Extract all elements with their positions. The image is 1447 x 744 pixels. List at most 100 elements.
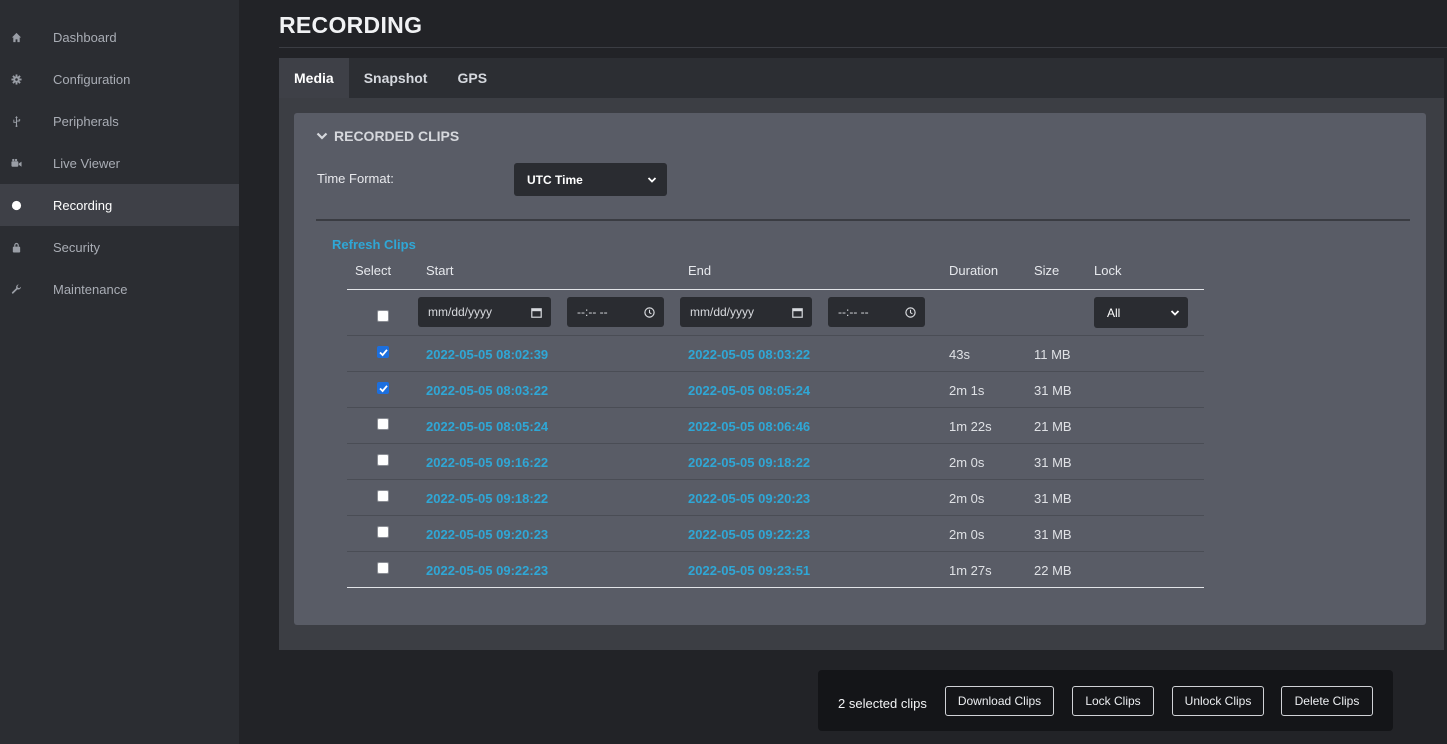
clip-size: 21 MB [1034,419,1072,434]
table-row: 2022-05-05 09:20:23 2022-05-05 09:22:23 … [347,516,1204,552]
delete-clips-button[interactable]: Delete Clips [1281,686,1373,716]
end-date-placeholder: mm/dd/yyyy [690,305,755,319]
table-row: 2022-05-05 09:16:22 2022-05-05 09:18:22 … [347,444,1204,480]
sidebar-item-label: Peripherals [53,113,119,129]
clip-end-link[interactable]: 2022-05-05 09:22:23 [688,527,810,542]
clip-duration: 1m 22s [949,419,992,434]
column-header-select: Select [355,263,392,278]
clock-icon [905,306,916,318]
clip-end-link[interactable]: 2022-05-05 08:06:46 [688,419,810,434]
time-format-select[interactable]: UTC Time [514,163,667,196]
record-dot-icon [0,200,53,211]
table-row: 2022-05-05 09:22:23 2022-05-05 09:23:51 … [347,552,1204,588]
row-select-checkbox[interactable] [377,562,389,574]
tab-snapshot[interactable]: Snapshot [349,58,443,98]
clip-size: 31 MB [1034,383,1072,398]
column-header-end[interactable]: End [688,263,711,278]
clip-end-link[interactable]: 2022-05-05 08:05:24 [688,383,810,398]
clip-start-link[interactable]: 2022-05-05 08:05:24 [426,419,548,434]
clip-size: 31 MB [1034,491,1072,506]
time-format-value: UTC Time [527,172,583,187]
tab-media[interactable]: Media [279,58,349,98]
clip-start-link[interactable]: 2022-05-05 09:20:23 [426,527,548,542]
sidebar: Dashboard Configuration Peripherals Live… [0,0,239,744]
tab-gps[interactable]: GPS [442,58,502,98]
refresh-clips-link[interactable]: Refresh Clips [332,237,416,252]
clip-size: 31 MB [1034,527,1072,542]
calendar-icon [531,307,542,318]
chevron-down-icon [647,176,657,183]
clip-duration: 2m 0s [949,527,985,542]
home-icon [0,32,53,43]
clip-start-link[interactable]: 2022-05-05 09:16:22 [426,455,548,470]
lock-icon [0,242,53,253]
clip-duration: 1m 27s [949,563,992,578]
clip-start-link[interactable]: 2022-05-05 09:18:22 [426,491,548,506]
video-camera-icon [0,158,53,169]
unlock-clips-button[interactable]: Unlock Clips [1172,686,1264,716]
start-time-input[interactable]: --:-- -- [567,297,664,327]
recorded-clips-panel: RECORDED CLIPS Time Format: UTC Time Ref… [294,113,1426,625]
usb-icon [0,115,53,127]
sidebar-item-maintenance[interactable]: Maintenance [0,268,239,310]
column-header-size[interactable]: Size [1034,263,1059,278]
row-select-checkbox[interactable] [377,346,389,358]
start-time-placeholder: --:-- -- [577,305,608,319]
sidebar-item-security[interactable]: Security [0,226,239,268]
sidebar-item-live-viewer[interactable]: Live Viewer [0,142,239,184]
clip-start-link[interactable]: 2022-05-05 09:22:23 [426,563,548,578]
row-select-checkbox[interactable] [377,382,389,394]
calendar-icon [792,307,803,318]
gear-icon [0,73,53,85]
sidebar-item-label: Dashboard [53,29,117,45]
clip-end-link[interactable]: 2022-05-05 09:18:22 [688,455,810,470]
row-select-checkbox[interactable] [377,490,389,502]
recorded-clips-toggle[interactable]: RECORDED CLIPS [316,128,459,144]
clip-duration: 2m 0s [949,455,985,470]
start-date-placeholder: mm/dd/yyyy [428,305,493,319]
selected-count-text: 2 selected clips [838,696,927,711]
sidebar-item-label: Maintenance [53,281,128,297]
table-row: 2022-05-05 08:05:24 2022-05-05 08:06:46 … [347,408,1204,444]
start-date-input[interactable]: mm/dd/yyyy [418,297,551,327]
panel-divider [316,219,1410,221]
chevron-down-icon [1170,309,1180,316]
clip-end-link[interactable]: 2022-05-05 09:23:51 [688,563,810,578]
chevron-down-icon [316,132,328,140]
sidebar-item-dashboard[interactable]: Dashboard [0,16,239,58]
row-select-checkbox[interactable] [377,526,389,538]
sidebar-item-recording[interactable]: Recording [0,184,239,226]
sidebar-item-configuration[interactable]: Configuration [0,58,239,100]
main-content: RECORDING Media Snapshot GPS RECORDED CL… [239,0,1447,744]
clip-start-link[interactable]: 2022-05-05 08:02:39 [426,347,548,362]
clip-duration: 43s [949,347,970,362]
wrench-icon [0,283,53,295]
clip-end-link[interactable]: 2022-05-05 08:03:22 [688,347,810,362]
clip-size: 31 MB [1034,455,1072,470]
panel-title: RECORDED CLIPS [334,128,460,144]
column-header-start[interactable]: Start [426,263,453,278]
clock-icon [644,306,655,318]
row-select-checkbox[interactable] [377,454,389,466]
lock-clips-button[interactable]: Lock Clips [1072,686,1154,716]
column-header-lock[interactable]: Lock [1094,263,1121,278]
selection-action-bar: 2 selected clips Download Clips Lock Cli… [818,670,1393,731]
page-title: RECORDING [279,12,423,38]
download-clips-button[interactable]: Download Clips [945,686,1054,716]
end-time-placeholder: --:-- -- [838,305,869,319]
clip-duration: 2m 0s [949,491,985,506]
select-all-checkbox[interactable] [377,310,389,322]
title-divider [279,47,1447,48]
end-date-input[interactable]: mm/dd/yyyy [680,297,812,327]
sidebar-item-peripherals[interactable]: Peripherals [0,100,239,142]
clip-end-link[interactable]: 2022-05-05 09:20:23 [688,491,810,506]
sidebar-item-label: Recording [53,197,113,213]
end-time-input[interactable]: --:-- -- [828,297,925,327]
table-row: 2022-05-05 08:03:22 2022-05-05 08:05:24 … [347,372,1204,408]
sidebar-item-label: Security [53,239,100,255]
clip-start-link[interactable]: 2022-05-05 08:03:22 [426,383,548,398]
tab-bar: Media Snapshot GPS [279,58,1444,98]
row-select-checkbox[interactable] [377,418,389,430]
column-header-duration[interactable]: Duration [949,263,998,278]
lock-filter-select[interactable]: All [1094,297,1188,328]
